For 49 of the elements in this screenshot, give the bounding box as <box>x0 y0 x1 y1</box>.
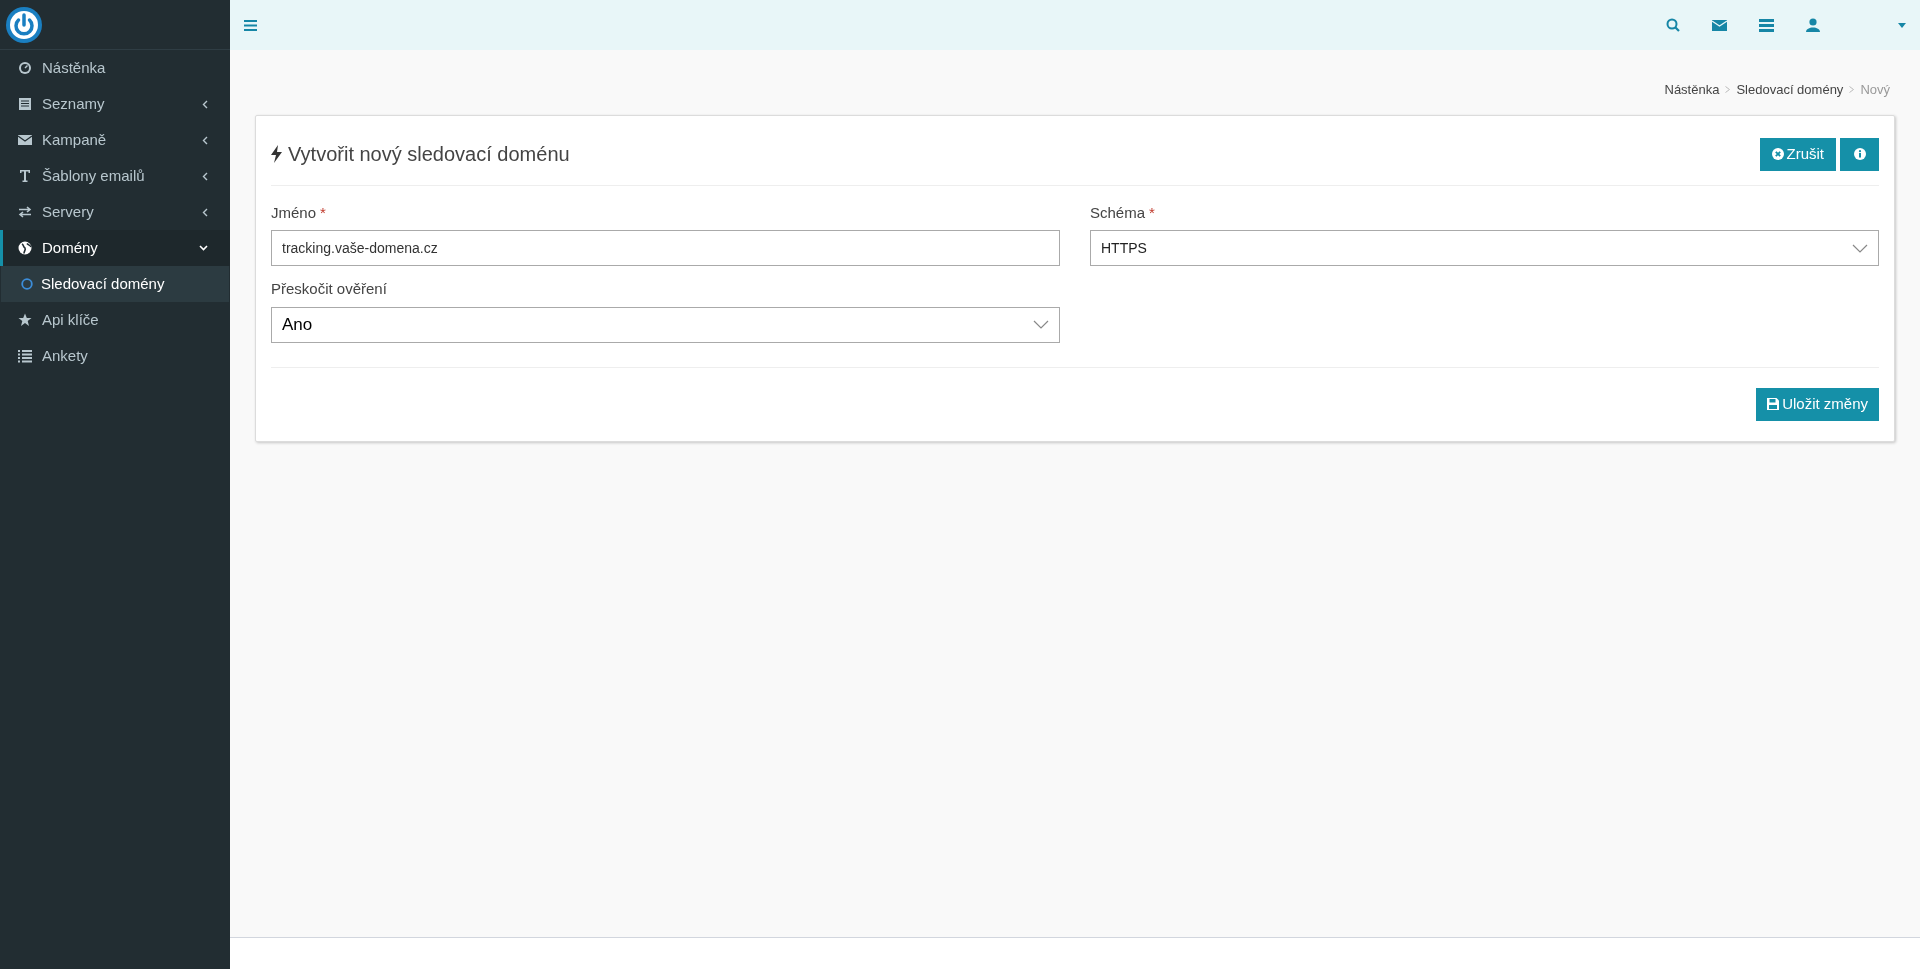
breadcrumb-link[interactable]: Sledovací domény <box>1736 80 1844 100</box>
sidebar-item[interactable]: Nástěnka <box>0 50 230 86</box>
dashboard-icon <box>18 61 32 75</box>
sidebar-item[interactable]: Api klíče <box>0 302 230 338</box>
list-icon <box>18 97 32 111</box>
field-label: Schéma * <box>1090 202 1156 223</box>
chevron-right-icon <box>1725 86 1731 94</box>
text-icon <box>18 169 32 183</box>
sidebar-item[interactable]: Kampaně <box>0 122 230 158</box>
sidebar-item[interactable]: Šablony emailů <box>0 158 230 194</box>
save-button[interactable]: Uložit změny <box>1756 387 1879 421</box>
envelope-icon[interactable] <box>1712 19 1727 31</box>
server-icon[interactable] <box>1759 18 1774 32</box>
select-field[interactable]: HTTPS <box>1090 230 1879 266</box>
text-field[interactable]: tracking.vaše-domena.cz <box>271 230 1060 266</box>
caret-icon[interactable] <box>1898 22 1906 28</box>
chevron-down-icon <box>1852 243 1868 253</box>
card-title: Vytvořit nový sledovací doménu <box>288 142 570 167</box>
info-icon <box>1853 148 1866 160</box>
sidebar-item[interactable]: Seznamy <box>0 86 230 122</box>
chevron-left-icon <box>202 135 208 145</box>
sidebar-item[interactable]: Servery <box>0 194 230 230</box>
chevron-left-icon <box>202 99 208 109</box>
sidebar-item[interactable]: Domény <box>0 230 230 266</box>
chevron-down-icon <box>199 245 208 251</box>
user-icon[interactable] <box>1806 18 1820 32</box>
sidebar-subitem[interactable]: Sledovací domény <box>1 266 229 302</box>
cancel-button[interactable]: Zrušit <box>1759 137 1836 171</box>
chevron-left-icon <box>202 207 208 217</box>
envelope-icon <box>18 133 32 147</box>
power-logo-icon[interactable] <box>6 6 42 43</box>
menu-icon[interactable] <box>244 19 257 31</box>
field-label: Přeskočit ověření <box>271 279 388 299</box>
select-field[interactable]: Ano <box>271 306 1060 343</box>
lightning-icon <box>271 145 282 163</box>
field-label: Jméno * <box>271 202 327 223</box>
breadcrumb-link[interactable]: Nástěnka <box>1664 80 1720 100</box>
chevron-left-icon <box>202 171 208 181</box>
search-icon[interactable] <box>1666 18 1680 32</box>
list-icon <box>18 349 32 363</box>
arrows-icon <box>18 205 32 219</box>
circle-icon <box>21 278 33 290</box>
sidebar-item[interactable]: Ankety <box>0 338 230 374</box>
info-button[interactable] <box>1840 137 1879 171</box>
chevron-right-icon <box>1849 86 1855 94</box>
star-icon <box>18 313 32 327</box>
cancel-circle-icon <box>1771 148 1784 160</box>
breadcrumb-current: Nový <box>1860 81 1890 99</box>
chevron-down-icon <box>1033 320 1049 329</box>
